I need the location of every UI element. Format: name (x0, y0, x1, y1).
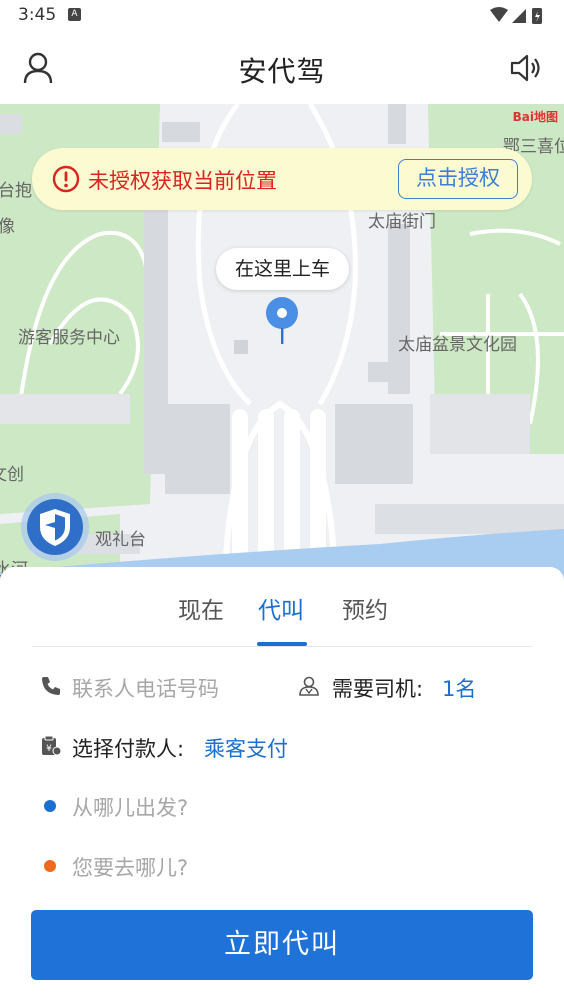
drivers-value: 1名 (442, 677, 477, 701)
phone-icon (42, 677, 60, 695)
contact-phone-placeholder: 联系人电话号码 (72, 677, 219, 701)
notification-icon: A (68, 8, 81, 21)
contact-phone-field[interactable]: 联系人电话号码 (40, 667, 280, 707)
signal-icon (512, 9, 526, 23)
payer-selector[interactable]: ¥ 选择付款人: 乘客支付 (40, 727, 340, 767)
payer-value: 乘客支付 (204, 737, 288, 761)
status-icons (490, 7, 542, 24)
location-permission-banner: 未授权获取当前位置 点击授权 (32, 148, 532, 210)
alert-circle-icon (52, 165, 80, 193)
pickup-bubble: 在这里上车 (216, 248, 349, 290)
safety-shield-icon[interactable] (20, 492, 90, 562)
map-label-left-3: 文创 (0, 465, 24, 485)
driver-icon (299, 676, 319, 696)
map-label-visitor-center: 游客服务中心 (18, 328, 120, 348)
page-title: 安代驾 (238, 55, 326, 88)
tab-call-for-others[interactable]: 代叫 (258, 591, 304, 625)
drivers-count-selector[interactable]: 需要司机: 1名 (298, 667, 528, 707)
drivers-label: 需要司机: (332, 677, 424, 701)
app-header: 安代驾 (0, 32, 564, 104)
svg-text:¥: ¥ (46, 744, 52, 754)
wifi-icon (490, 7, 508, 22)
map-label-bonsai-park: 太庙盆景文化园 (398, 335, 517, 355)
map-provider-logo: Bai地图 (513, 108, 558, 125)
status-time: 3:45 (18, 5, 57, 25)
call-now-button[interactable]: 立即代叫 (31, 910, 533, 980)
origin-field[interactable]: 从哪儿出发? (40, 786, 520, 826)
destination-placeholder: 您要去哪儿? (72, 856, 189, 880)
payment-icon: ¥ (42, 735, 62, 756)
map-label-left-2: 像 (0, 217, 15, 237)
status-bar: 3:45 A (0, 0, 564, 32)
payer-label: 选择付款人: (72, 737, 185, 761)
map-label-tai-miao-gate: 太庙街门 (368, 212, 436, 232)
destination-dot-icon (44, 860, 56, 872)
location-pin-icon (266, 297, 298, 344)
permission-warning-text: 未授权获取当前位置 (88, 169, 277, 193)
destination-field[interactable]: 您要去哪儿? (40, 846, 520, 886)
order-type-tabs: 现在 代叫 预约 (32, 567, 532, 647)
tab-now[interactable]: 现在 (178, 591, 224, 625)
speaker-icon[interactable] (508, 50, 544, 86)
map-view[interactable]: Bai地图 鄂三喜位 台抱 像 太庙街门 游客服务中心 太庙盆景文化园 文创 观… (0, 104, 564, 580)
map-label-viewing-platform: 观礼台 (95, 530, 146, 550)
active-tab-indicator (257, 642, 307, 646)
tab-reserve[interactable]: 预约 (342, 591, 388, 625)
map-label-left-1: 台抱 (0, 181, 32, 201)
booking-panel: 现在 代叫 预约 联系人电话号码 需要司机: 1名 ¥ 选择付款人: 乘客支付 (0, 567, 564, 1004)
origin-placeholder: 从哪儿出发? (72, 796, 189, 820)
map-provider-logo-text: Bai地图 (512, 110, 558, 124)
authorize-button[interactable]: 点击授权 (398, 159, 518, 199)
origin-dot-icon (44, 800, 56, 812)
